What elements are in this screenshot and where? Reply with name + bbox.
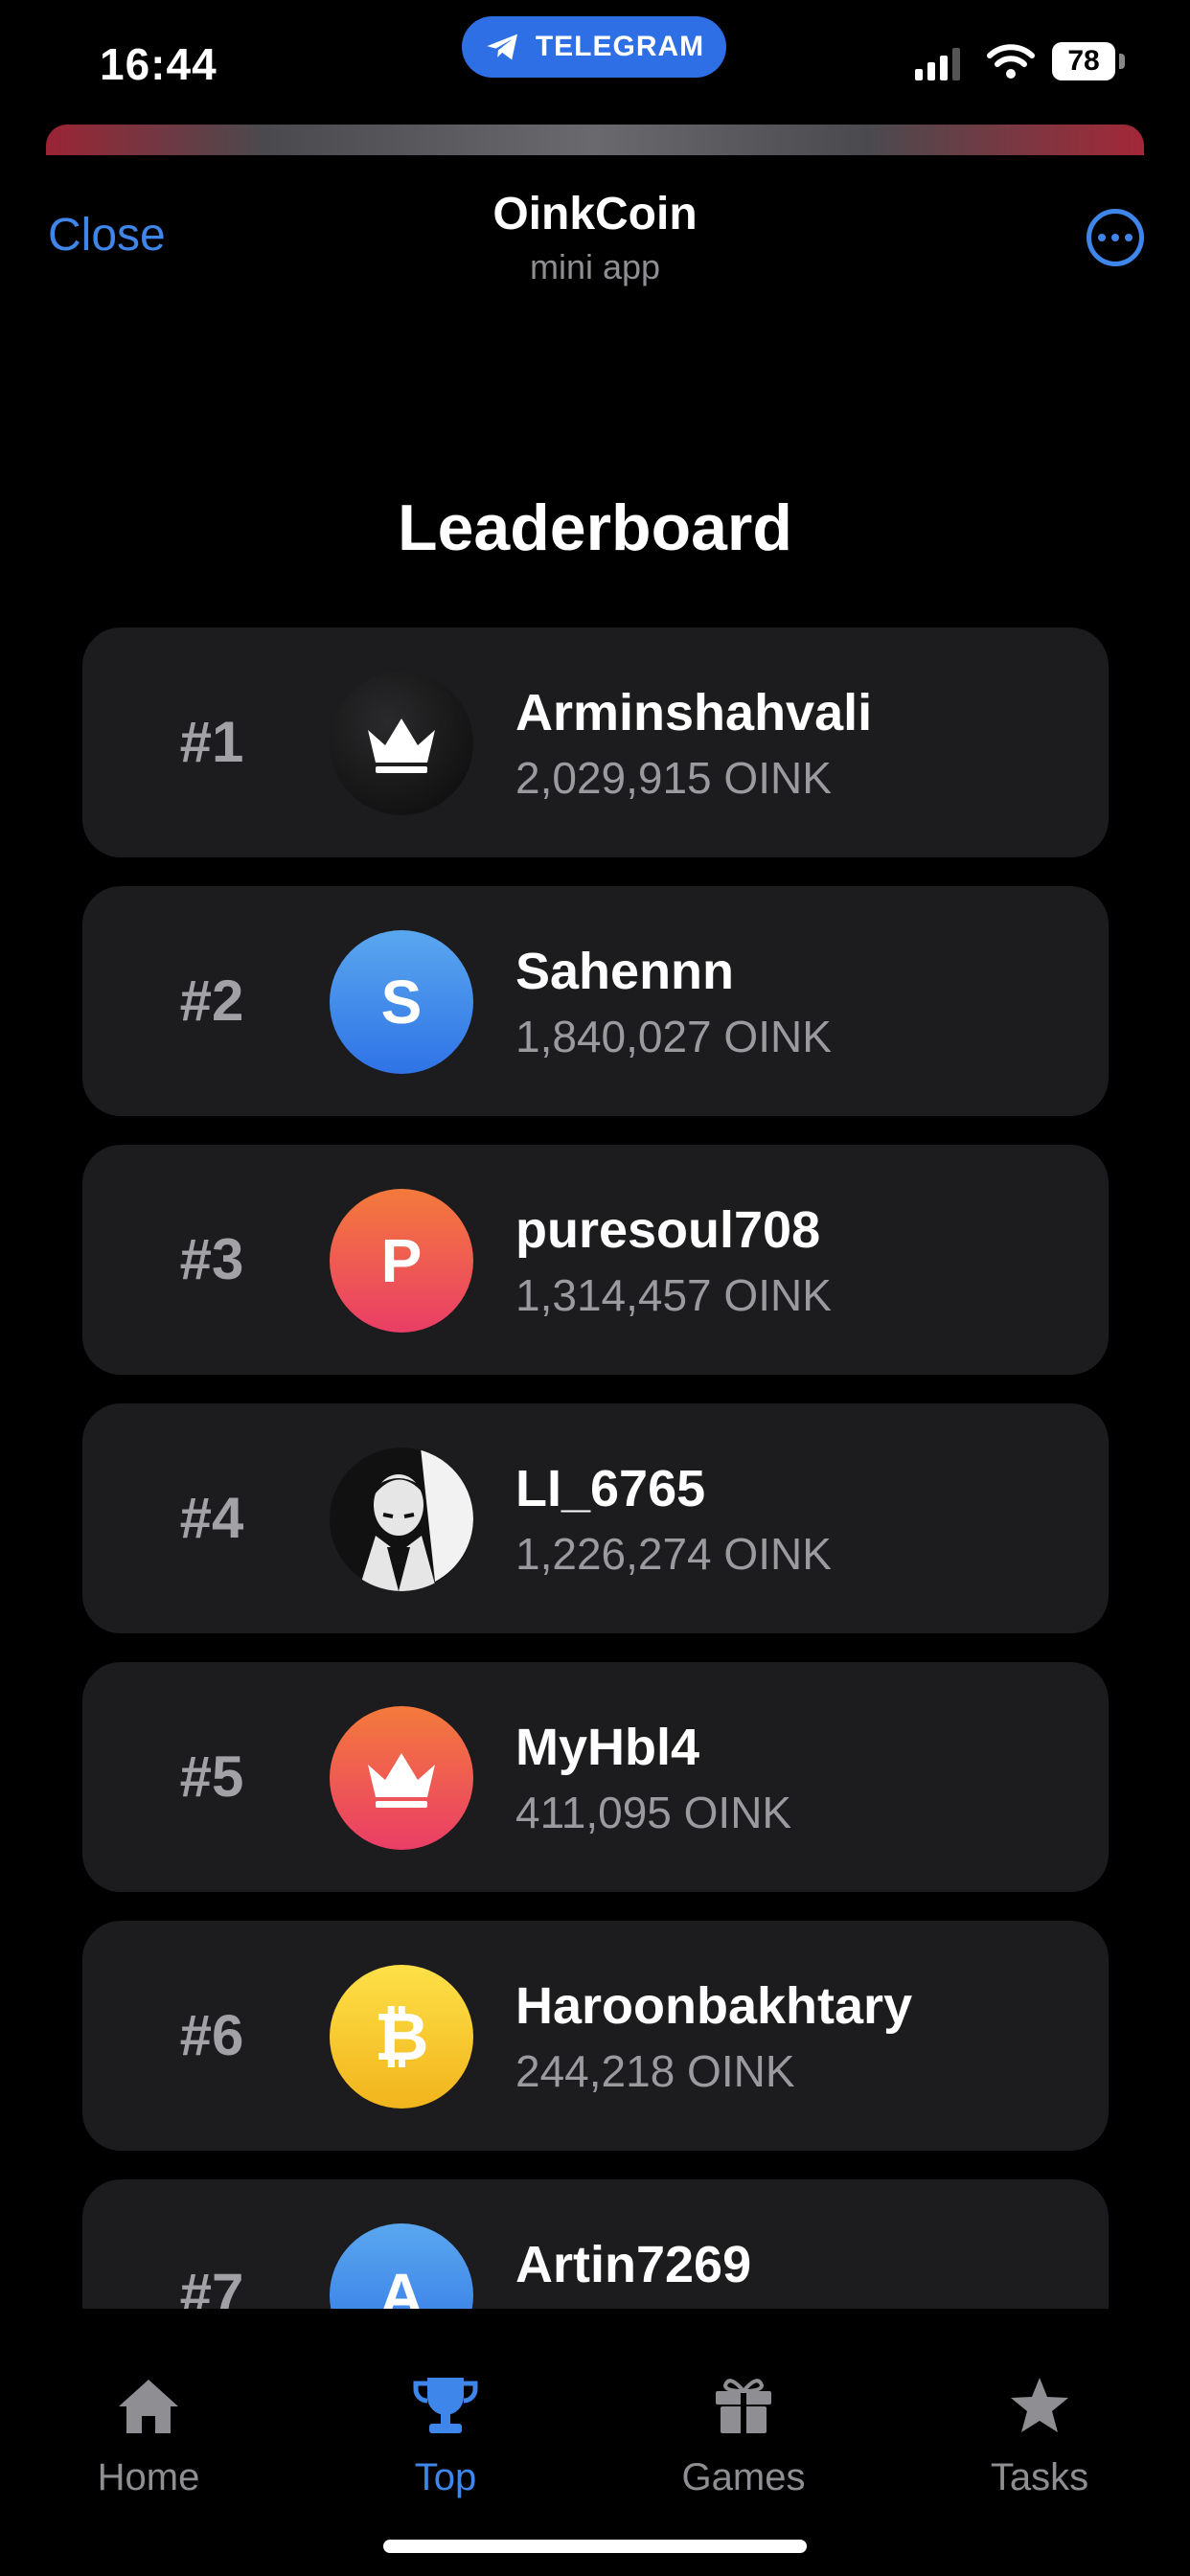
rank-label: #2: [179, 969, 244, 1033]
leaderboard-row[interactable]: #5 MyHbl4 411,095 OINK: [82, 1662, 1109, 1892]
avatar: ₿: [330, 1965, 473, 2109]
rank-label: #1: [179, 710, 244, 774]
more-dot: [1125, 234, 1133, 241]
score: 1,226,274 OINK: [515, 1529, 832, 1579]
avatar: [330, 1706, 473, 1850]
leaderboard-row[interactable]: #7 A Artin7269: [82, 2179, 1109, 2309]
status-time: 16:44: [100, 39, 217, 89]
app-subtitle: mini app: [529, 247, 661, 286]
leaderboard-row[interactable]: #3 P puresoul708 1,314,457 OINK: [82, 1145, 1109, 1375]
avatar: [330, 1448, 473, 1591]
battery-indicator: 78: [1052, 42, 1115, 80]
username: LI_6765: [515, 1460, 706, 1517]
star-icon: [1011, 2378, 1068, 2432]
score: 411,095 OINK: [515, 1788, 792, 1837]
score: 2,029,915 OINK: [515, 753, 832, 803]
tab-label: Games: [681, 2456, 806, 2498]
crown-icon: [368, 718, 435, 773]
username: Haroonbakhtary: [515, 1977, 913, 2035]
leaderboard-row[interactable]: #6 ₿ Haroonbakhtary 244,218 OINK: [82, 1921, 1109, 2151]
home-icon: [119, 2380, 178, 2433]
rank-label: #3: [179, 1227, 244, 1291]
avatar: P: [330, 1189, 473, 1333]
tab-label: Top: [414, 2456, 477, 2498]
rank-label: #6: [179, 2003, 244, 2067]
telegram-pill[interactable]: TELEGRAM: [462, 16, 726, 78]
crown-icon: [368, 1753, 435, 1808]
avatar: S: [330, 930, 473, 1074]
tab-label: Home: [97, 2456, 200, 2498]
wifi-icon: [987, 44, 1035, 79]
tab-games[interactable]: Games: [629, 2376, 858, 2499]
rank-label: #7: [179, 2262, 244, 2309]
background-card-edge: [46, 125, 1144, 155]
gift-icon: [716, 2379, 771, 2433]
leaderboard-row[interactable]: #2 S Sahennn 1,840,027 OINK: [82, 886, 1109, 1116]
page-title: Leaderboard: [398, 491, 792, 564]
username: Arminshahvali: [515, 684, 873, 741]
profile-photo-icon: [330, 1448, 473, 1591]
leaderboard-list[interactable]: #1 Arminshahvali 2,029,915 OINK #2 S Sah…: [0, 627, 1190, 2309]
leaderboard-row[interactable]: #4 LI_6765 1,226,274 OINK: [82, 1403, 1109, 1633]
tab-bar: Home Top Games Tasks: [0, 2309, 1190, 2576]
score: 1,840,027 OINK: [515, 1012, 832, 1061]
bitcoin-icon: ₿: [374, 1999, 429, 2074]
username: puresoul708: [515, 1201, 821, 1259]
status-bar: 16:44 TELEGRAM 78: [0, 0, 1190, 125]
username: Sahennn: [515, 943, 735, 1000]
rank-label: #5: [179, 1744, 244, 1809]
tab-top[interactable]: Top: [331, 2376, 561, 2499]
battery-tip: [1119, 54, 1125, 69]
more-dot: [1111, 234, 1119, 241]
app-title: OinkCoin: [492, 189, 698, 239]
telegram-icon: [487, 34, 517, 60]
rank-label: #4: [179, 1486, 244, 1550]
score: 244,218 OINK: [515, 2046, 795, 2096]
home-indicator[interactable]: [383, 2540, 807, 2553]
score: 1,314,457 OINK: [515, 1270, 832, 1320]
avatar: [330, 672, 473, 815]
tab-label: Tasks: [990, 2456, 1089, 2498]
avatar: A: [330, 2223, 473, 2309]
tab-tasks[interactable]: Tasks: [925, 2376, 1155, 2499]
username: MyHbl4: [515, 1719, 700, 1776]
username: Artin7269: [515, 2236, 752, 2293]
more-dot: [1098, 234, 1106, 241]
signal-icon: [915, 48, 960, 80]
trophy-icon: [413, 2378, 478, 2433]
leaderboard-row[interactable]: #1 Arminshahvali 2,029,915 OINK: [82, 627, 1109, 857]
more-options-button[interactable]: [1087, 209, 1144, 266]
tab-home[interactable]: Home: [34, 2376, 263, 2499]
telegram-pill-label: TELEGRAM: [535, 31, 705, 62]
